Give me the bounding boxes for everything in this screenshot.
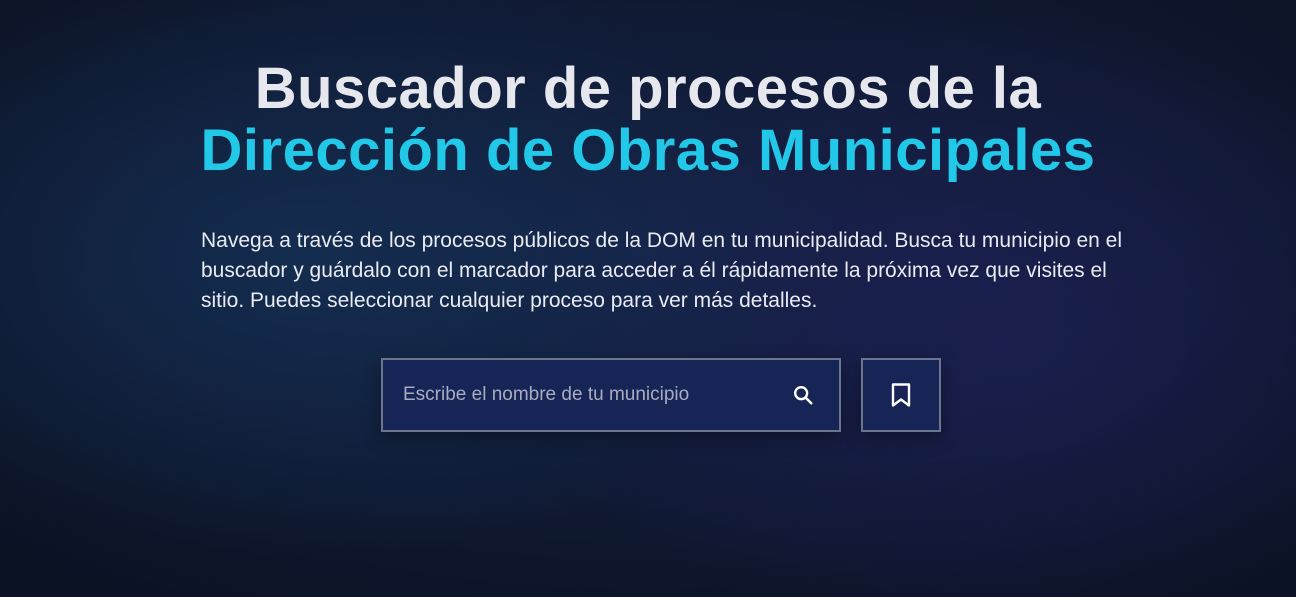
search-button[interactable] [775, 360, 831, 430]
title-line-primary: Buscador de procesos de la [254, 56, 1042, 121]
hero-section: Buscador de procesos de la Dirección de … [0, 0, 1296, 597]
hero-description: Navega a través de los procesos públicos… [201, 229, 1122, 312]
search-icon [792, 384, 814, 406]
bookmark-icon [890, 382, 912, 408]
title-line-accent: Dirección de Obras Municipales [200, 118, 1096, 183]
municipality-search-input[interactable] [383, 360, 775, 430]
page-title: Buscador de procesos de la Dirección de … [0, 58, 1296, 182]
bookmark-button[interactable] [861, 358, 941, 432]
municipality-search-box [381, 358, 841, 432]
